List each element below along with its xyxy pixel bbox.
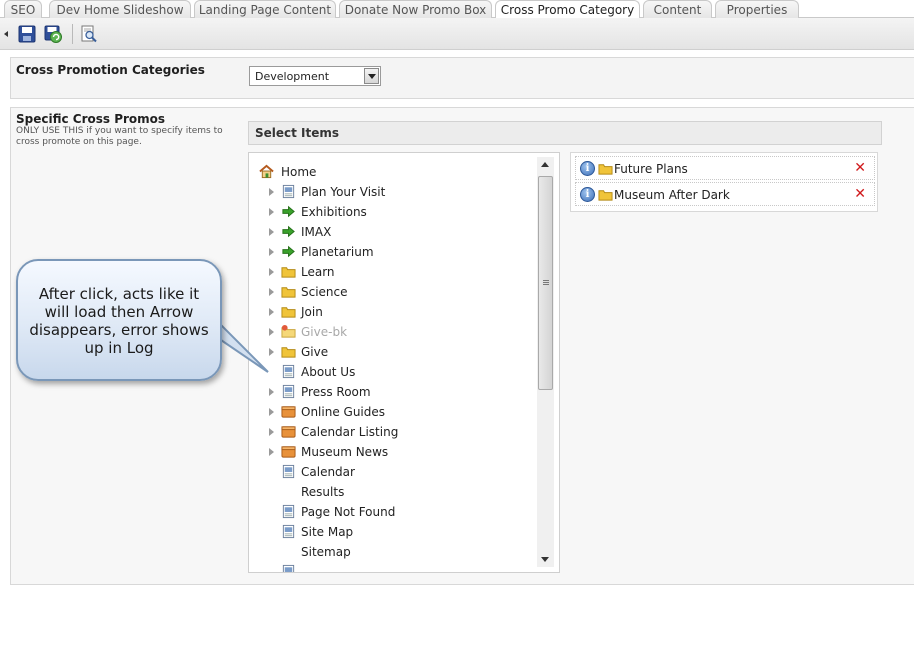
tab-cross-promo-category[interactable]: Cross Promo Category xyxy=(495,0,640,19)
folder-icon xyxy=(281,287,296,298)
tab-label: SEO xyxy=(10,3,36,17)
tree-node-label: About Us xyxy=(301,365,356,379)
callout-tail xyxy=(216,318,269,373)
expand-arrow-icon[interactable] xyxy=(269,228,274,236)
expand-arrow-icon[interactable] xyxy=(269,448,274,456)
info-icon[interactable]: i xyxy=(580,161,595,176)
tree-node-label: Results xyxy=(301,485,345,499)
tree-node-label: Give-bk xyxy=(301,325,348,339)
green-arrow-icon xyxy=(282,205,295,218)
tree-node-label: Learn xyxy=(301,265,335,279)
select-items-label: Select Items xyxy=(255,126,340,140)
tree-node-label: Science xyxy=(301,285,348,299)
tab-dev-home-slideshow[interactable]: Dev Home Slideshow xyxy=(49,0,191,18)
tab-seo[interactable]: SEO xyxy=(4,0,42,18)
expand-arrow-icon[interactable] xyxy=(269,188,274,196)
category-select[interactable]: Development xyxy=(249,66,381,86)
tab-label: Donate Now Promo Box xyxy=(344,3,487,17)
toolbar-separator xyxy=(72,24,73,44)
tree-node-label: Sitemap xyxy=(301,545,351,559)
tab-content[interactable]: Content xyxy=(643,0,712,18)
tab-donate-now-promo-box[interactable]: Donate Now Promo Box xyxy=(339,0,492,18)
collapse-arrow-icon[interactable] xyxy=(4,31,8,37)
chevron-down-icon[interactable] xyxy=(364,68,379,84)
preview-icon[interactable] xyxy=(80,25,98,43)
tree-node-label: Calendar xyxy=(301,465,355,479)
page-icon xyxy=(282,564,295,572)
selected-items-list: i Future Plans ✕ i Museum After Dark ✕ xyxy=(570,152,878,212)
tab-bar: SEO Dev Home Slideshow Landing Page Cont… xyxy=(0,0,914,19)
page-icon xyxy=(282,464,295,479)
save-publish-icon[interactable] xyxy=(44,25,62,43)
expand-arrow-icon[interactable] xyxy=(269,208,274,216)
scroll-up-icon[interactable] xyxy=(537,157,554,173)
tree-node-label: Exhibitions xyxy=(301,205,367,219)
expand-arrow-icon[interactable] xyxy=(269,428,274,436)
expand-arrow-icon[interactable] xyxy=(269,268,274,276)
page-icon xyxy=(282,504,295,519)
tree-node-label: Give xyxy=(301,345,329,359)
box-icon xyxy=(281,426,296,438)
scroll-thumb[interactable] xyxy=(538,176,553,390)
folder-icon xyxy=(281,267,296,278)
folder-icon xyxy=(281,347,296,358)
tab-landing-page-content[interactable]: Landing Page Content xyxy=(194,0,336,18)
tree-list: Home Plan Your Visit Exhibitions IMAX Plane… xyxy=(249,153,539,572)
tree-node-label: Site Map xyxy=(301,525,354,539)
category-select-value: Development xyxy=(255,70,330,83)
tree-node-label: Museum News xyxy=(301,445,389,459)
info-icon[interactable]: i xyxy=(580,187,595,202)
content-tree[interactable]: Home Plan Your Visit Exhibitions IMAX Plane… xyxy=(248,152,560,573)
scroll-down-icon[interactable] xyxy=(537,551,554,567)
tree-node-label: Join xyxy=(301,305,323,319)
expand-arrow-icon[interactable] xyxy=(269,408,274,416)
tree-node-label: Planetarium xyxy=(301,245,374,259)
callout-text: After click, acts like it will load then… xyxy=(29,285,209,357)
page-icon xyxy=(282,384,295,399)
tree-node-label: IMAX xyxy=(301,225,332,239)
tab-label: Landing Page Content xyxy=(198,3,332,17)
folder-icon xyxy=(598,164,613,175)
select-items-header: Select Items xyxy=(248,121,882,145)
annotation-callout: After click, acts like it will load then… xyxy=(16,259,222,381)
selected-item-label: Future Plans xyxy=(614,162,688,176)
box-icon xyxy=(281,446,296,458)
categories-label: Cross Promotion Categories xyxy=(16,63,205,77)
home-icon xyxy=(259,164,274,179)
specific-promos-label: Specific Cross Promos xyxy=(16,112,166,126)
tree-node-label: Press Room xyxy=(301,385,371,399)
specific-promos-hint: ONLY USE THIS if you want to specify ite… xyxy=(16,126,223,147)
tab-label: Properties xyxy=(726,3,788,17)
tree-node-label: Home xyxy=(281,165,317,179)
tab-label: Dev Home Slideshow xyxy=(56,3,184,17)
tab-label: Cross Promo Category xyxy=(500,3,635,17)
folder-icon xyxy=(281,307,296,318)
save-icon[interactable] xyxy=(18,25,36,43)
tree-node-label: Calendar Listing xyxy=(301,425,399,439)
page-icon xyxy=(282,184,295,199)
tab-label: Content xyxy=(653,3,702,17)
tree-scrollbar[interactable] xyxy=(537,157,554,567)
expand-arrow-icon[interactable] xyxy=(269,288,274,296)
box-icon xyxy=(281,406,296,418)
tree-node-label: Plan Your Visit xyxy=(301,185,386,199)
toolbar xyxy=(0,18,914,50)
folder-icon xyxy=(598,190,613,201)
tab-properties[interactable]: Properties xyxy=(715,0,799,18)
tree-node-label: Online Guides xyxy=(301,405,386,419)
green-arrow-icon xyxy=(282,245,295,258)
expand-arrow-icon[interactable] xyxy=(269,248,274,256)
expand-arrow-icon[interactable] xyxy=(269,308,274,316)
folder-new-icon xyxy=(281,324,296,338)
selected-item[interactable]: i Future Plans ✕ xyxy=(575,156,875,180)
page-icon xyxy=(282,524,295,539)
remove-icon[interactable]: ✕ xyxy=(854,186,866,202)
tree-node-label: Page Not Found xyxy=(301,505,396,519)
selected-item[interactable]: i Museum After Dark ✕ xyxy=(575,182,875,206)
expand-arrow-icon[interactable] xyxy=(269,388,274,396)
page-icon xyxy=(282,364,295,379)
selected-item-label: Museum After Dark xyxy=(614,188,730,202)
green-arrow-icon xyxy=(282,225,295,238)
remove-icon[interactable]: ✕ xyxy=(854,160,866,176)
